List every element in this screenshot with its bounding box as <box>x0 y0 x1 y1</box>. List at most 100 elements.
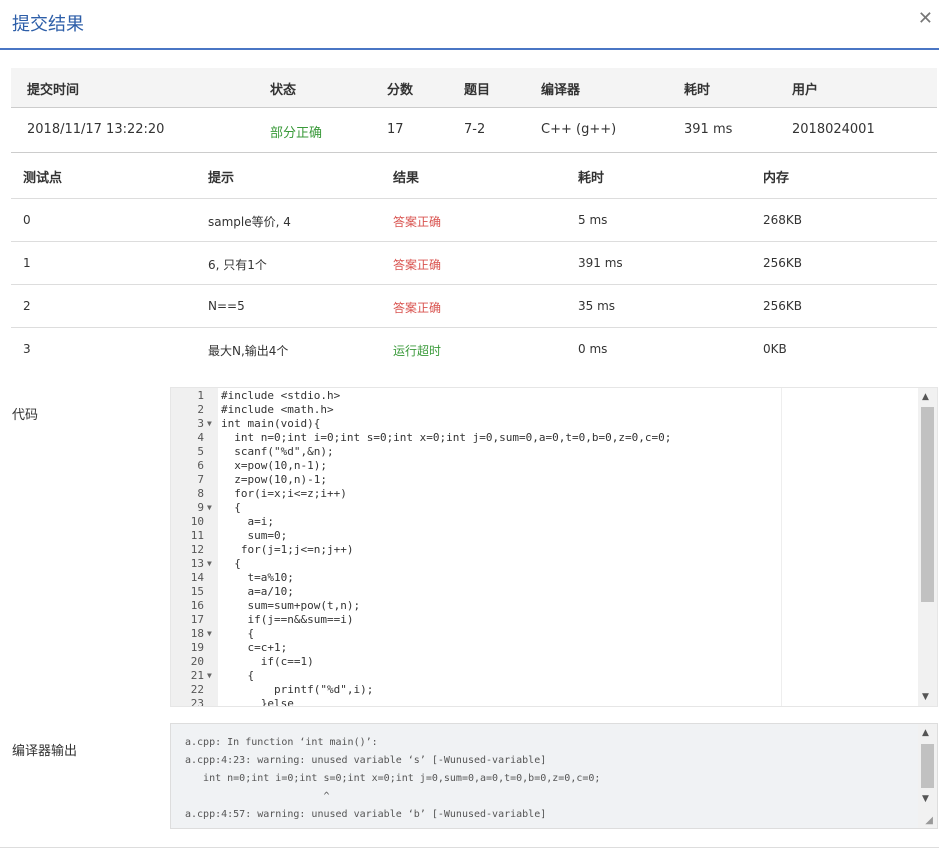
case-result: 答案正确 <box>393 215 442 229</box>
code-line[interactable]: 6 x=pow(10,n-1); <box>171 459 891 473</box>
code-line[interactable]: 19 c=c+1; <box>171 641 891 655</box>
code-text: }else <box>221 697 294 707</box>
line-number: 7 <box>197 473 204 486</box>
scrollbar-thumb[interactable] <box>921 407 934 602</box>
line-number: 13 <box>190 557 204 570</box>
compiler-output-box[interactable]: a.cpp: In function ‘int main()’: a.cpp:4:… <box>170 723 938 829</box>
case-hint: 最大N,输出4个 <box>208 344 289 358</box>
resize-handle-icon[interactable]: ◢ <box>925 815 933 826</box>
problem-id: 7-2 <box>464 122 486 137</box>
code-text: t=a%10; <box>221 571 294 584</box>
case-memory: 268KB <box>763 213 803 227</box>
code-line[interactable]: 14 t=a%10; <box>171 571 891 585</box>
line-number: 4 <box>197 431 204 444</box>
code-editor[interactable]: 1 #include <stdio.h> 2 #include <math.h> 3 ▼ i… <box>170 387 938 707</box>
scrollbar-thumb[interactable] <box>921 744 934 788</box>
code-text: int n=0;int i=0;int s=0;int x=0;int j=0,… <box>221 431 672 444</box>
line-number: 15 <box>190 585 204 598</box>
code-text: printf("%d",i); <box>221 683 374 696</box>
code-text: sum=0; <box>221 529 288 542</box>
code-line[interactable]: 3 ▼ int main(void){ <box>171 417 891 431</box>
code-line[interactable]: 18 ▼ { <box>171 627 891 641</box>
code-text: if(c==1) <box>221 655 314 668</box>
code-line[interactable]: 22 printf("%d",i); <box>171 683 891 697</box>
user-id: 2018024001 <box>792 122 875 137</box>
code-line[interactable]: 11 sum=0; <box>171 529 891 543</box>
scroll-up-icon[interactable]: ▲ <box>922 728 929 738</box>
close-icon[interactable]: ✕ <box>918 8 933 29</box>
code-line[interactable]: 9 ▼ { <box>171 501 891 515</box>
case-memory: 0KB <box>763 342 787 356</box>
code-line[interactable]: 15 a=a/10; <box>171 585 891 599</box>
submission-summary-table: 提交时间 状态 分数 题目 编译器 耗时 用户 2018/11/17 13:22… <box>11 68 937 153</box>
output-scrollbar[interactable]: ▲ ▼ <box>918 724 937 828</box>
line-number: 6 <box>197 459 204 472</box>
output-line: int n=0;int i=0;int s=0;int x=0;int j=0,… <box>185 773 601 784</box>
col-hint: 提示 <box>208 171 235 186</box>
fold-toggle-icon[interactable]: ▼ <box>207 669 212 683</box>
line-number: 8 <box>197 487 204 500</box>
code-line[interactable]: 2 #include <math.h> <box>171 403 891 417</box>
fold-toggle-icon[interactable]: ▼ <box>207 501 212 515</box>
case-memory: 256KB <box>763 256 803 270</box>
fold-toggle-icon[interactable]: ▼ <box>207 627 212 641</box>
code-line[interactable]: 4 int n=0;int i=0;int s=0;int x=0;int j=… <box>171 431 891 445</box>
code-line[interactable]: 5 scanf("%d",&n); <box>171 445 891 459</box>
line-number: 5 <box>197 445 204 458</box>
case-id: 3 <box>23 342 31 356</box>
line-number: 2 <box>197 403 204 416</box>
col-duration: 耗时 <box>684 83 711 98</box>
code-line[interactable]: 12 for(j=1;j<=n;j++) <box>171 543 891 557</box>
code-line[interactable]: 23 }else <box>171 697 891 707</box>
code-content[interactable]: 1 #include <stdio.h> 2 #include <math.h> 3 ▼ i… <box>171 389 891 707</box>
code-text: #include <math.h> <box>221 403 334 416</box>
line-number: 17 <box>190 613 204 626</box>
col-status: 状态 <box>270 83 297 98</box>
col-result: 结果 <box>393 171 420 186</box>
output-line: a.cpp:4:57: warning: unused variable ‘b’… <box>185 809 547 820</box>
table-row: 3 最大N,输出4个 运行超时 0 ms 0KB <box>11 328 937 370</box>
code-line[interactable]: 7 z=pow(10,n)-1; <box>171 473 891 487</box>
code-line[interactable]: 1 #include <stdio.h> <box>171 389 891 403</box>
col-compiler: 编译器 <box>541 83 581 98</box>
col-memory: 内存 <box>763 171 790 186</box>
case-result: 答案正确 <box>393 258 442 272</box>
table-row: 1 6, 只有1个 答案正确 391 ms 256KB <box>11 242 937 285</box>
code-text: z=pow(10,n)-1; <box>221 473 327 486</box>
code-scrollbar[interactable]: ▲ ▼ <box>918 388 937 706</box>
case-time: 5 ms <box>578 213 608 227</box>
code-text: for(i=x;i<=z;i++) <box>221 487 347 500</box>
fold-toggle-icon[interactable]: ▼ <box>207 557 212 571</box>
compiler-name: C++ (g++) <box>541 122 617 137</box>
summary-data-row: 2018/11/17 13:22:20 部分正确 17 7-2 C++ (g++… <box>11 108 937 153</box>
code-line[interactable]: 17 if(j==n&&sum==i) <box>171 613 891 627</box>
line-number: 23 <box>190 697 204 707</box>
output-line: a.cpp:4:23: warning: unused variable ‘s’… <box>185 755 547 766</box>
code-line[interactable]: 20 if(c==1) <box>171 655 891 669</box>
output-line: ^ <box>185 791 330 802</box>
code-line[interactable]: 13 ▼ { <box>171 557 891 571</box>
code-line[interactable]: 8 for(i=x;i<=z;i++) <box>171 487 891 501</box>
table-row: 2 N==5 答案正确 35 ms 256KB <box>11 285 937 328</box>
code-line[interactable]: 10 a=i; <box>171 515 891 529</box>
line-number: 3 <box>197 417 204 430</box>
code-line[interactable]: 16 sum=sum+pow(t,n); <box>171 599 891 613</box>
line-number: 16 <box>190 599 204 612</box>
code-text: { <box>221 557 241 570</box>
compiler-output-label: 编译器输出 <box>12 744 78 759</box>
scroll-down-icon[interactable]: ▼ <box>922 692 929 702</box>
scroll-up-icon[interactable]: ▲ <box>922 392 929 402</box>
code-text: x=pow(10,n-1); <box>221 459 327 472</box>
dialog-title: 提交结果 <box>12 14 84 35</box>
code-line[interactable]: 21 ▼ { <box>171 669 891 683</box>
compiler-output-text: a.cpp: In function ‘int main()’: a.cpp:4:… <box>185 734 600 824</box>
fold-toggle-icon[interactable]: ▼ <box>207 417 212 431</box>
submit-time: 2018/11/17 13:22:20 <box>27 122 165 137</box>
dialog-header: 提交结果 ✕ <box>0 0 939 50</box>
case-id: 2 <box>23 299 31 313</box>
line-number: 1 <box>197 389 204 402</box>
case-time: 35 ms <box>578 299 616 313</box>
test-cases-table: 测试点 提示 结果 耗时 内存 0 sample等价, 4 答案正确 5 ms … <box>11 152 937 370</box>
code-text: scanf("%d",&n); <box>221 445 334 458</box>
scroll-down-icon[interactable]: ▼ <box>922 794 929 804</box>
